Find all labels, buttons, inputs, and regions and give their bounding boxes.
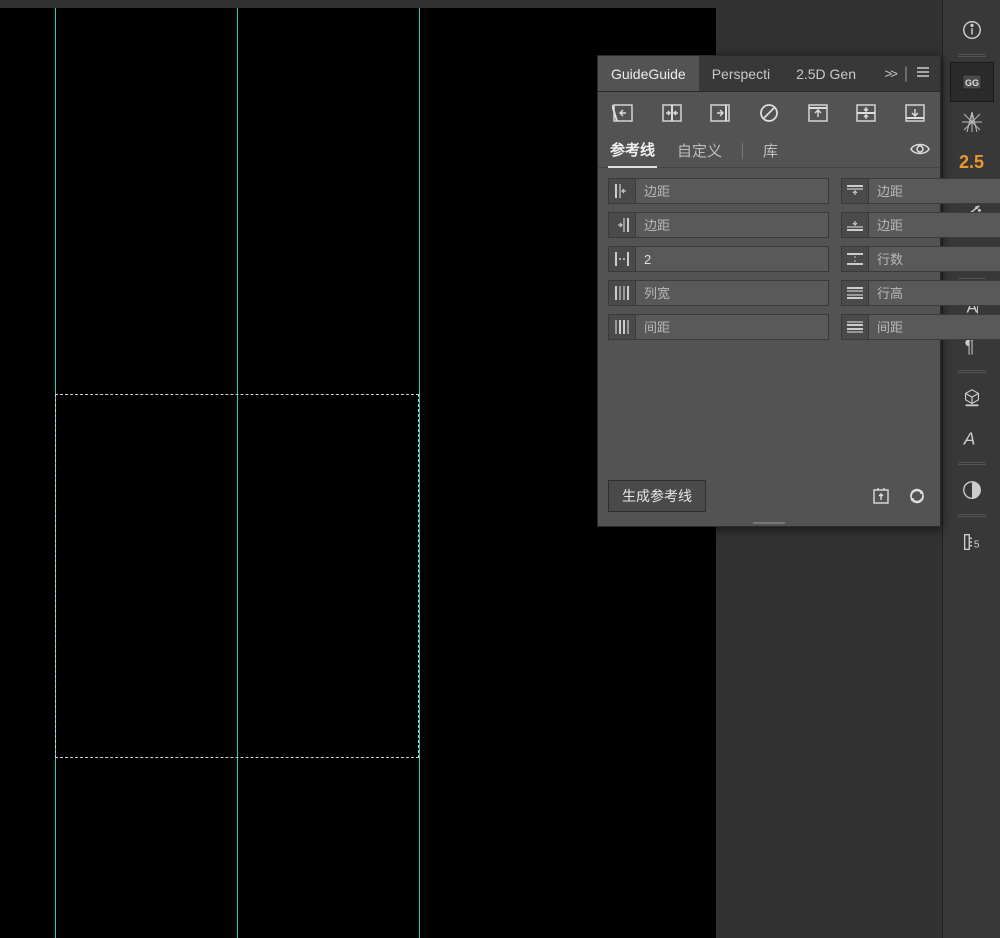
columns-count-icon [608,246,636,272]
subtab-library[interactable]: 库 [761,134,780,167]
clear-guides-icon[interactable] [754,100,784,126]
save-preset-icon[interactable] [868,483,894,509]
guide-bottom-edge-icon[interactable] [900,100,930,126]
glyphs-panel-icon[interactable]: A [950,418,994,458]
svg-text:5: 5 [973,540,979,551]
panel-grip-icon [958,514,986,518]
svg-text:GG: GG [964,78,978,88]
selection-marquee[interactable] [55,394,419,758]
panel-action-row [598,92,940,134]
fields-right-column [841,178,1000,340]
margin-right-input[interactable] [636,212,829,238]
info-icon[interactable] [950,10,994,50]
collapse-panel-icon[interactable]: >> [885,66,896,81]
guideguide-panel: GuideGuide Perspecti 2.5D Gen >> | [597,55,941,527]
tab-perspective[interactable]: Perspecti [699,56,783,91]
margin-bottom-icon [841,212,869,238]
tab-25d-gen[interactable]: 2.5D Gen [783,56,869,91]
measure-panel-icon[interactable]: 5 [950,522,994,562]
margin-left-input[interactable] [636,178,829,204]
right-toolbar: GG 2.5 A ¶ A 5 [942,0,1000,938]
fields-left-column [608,178,829,340]
margin-right-icon [608,212,636,238]
row-gutter-input[interactable] [869,314,1000,340]
panel-divider: | [904,65,908,83]
guide-top-edge-icon[interactable] [803,100,833,126]
panel-subtab-bar: 参考线 自定义 库 [598,134,940,168]
panel-grip-icon [958,370,986,374]
column-gutter-icon [608,314,636,340]
25d-gen-icon[interactable]: 2.5 [950,142,994,182]
panel-menu-icon[interactable] [916,65,930,83]
visibility-eye-icon[interactable] [910,142,930,160]
subtab-divider [742,143,743,159]
row-gutter-icon [841,314,869,340]
guide-vertical[interactable] [419,8,420,938]
guideguide-panel-icon[interactable]: GG [950,62,994,102]
fields-grid [598,168,940,340]
margin-top-icon [841,178,869,204]
svg-text:A: A [962,428,975,448]
column-width-input[interactable] [636,280,829,306]
subtab-guides[interactable]: 参考线 [608,133,657,168]
margin-left-icon [608,178,636,204]
contrast-panel-icon[interactable] [950,470,994,510]
panel-grip-icon [958,462,986,466]
panel-tab-bar: GuideGuide Perspecti 2.5D Gen >> | [598,56,940,92]
panel-footer: 生成参考线 [598,472,940,520]
panel-resize-grip-icon[interactable] [598,520,940,526]
tab-guideguide[interactable]: GuideGuide [598,56,699,91]
margin-bottom-input[interactable] [869,212,1000,238]
columns-count-input[interactable] [636,246,829,272]
column-width-icon [608,280,636,306]
row-height-input[interactable] [869,280,1000,306]
subtab-custom[interactable]: 自定义 [675,134,724,167]
guide-center-horizontal-icon[interactable] [851,100,881,126]
3d-panel-icon[interactable] [950,378,994,418]
margin-top-input[interactable] [869,178,1000,204]
row-height-icon [841,280,869,306]
panel-grip-icon [958,54,986,58]
guide-right-edge-icon[interactable] [705,100,735,126]
reset-icon[interactable] [904,483,930,509]
rows-count-input[interactable] [869,246,1000,272]
perspective-burst-icon[interactable] [950,102,994,142]
guide-left-edge-icon[interactable] [608,100,638,126]
column-gutter-input[interactable] [636,314,829,340]
guide-center-vertical-icon[interactable] [657,100,687,126]
generate-guides-button[interactable]: 生成参考线 [608,480,706,512]
rows-count-icon [841,246,869,272]
